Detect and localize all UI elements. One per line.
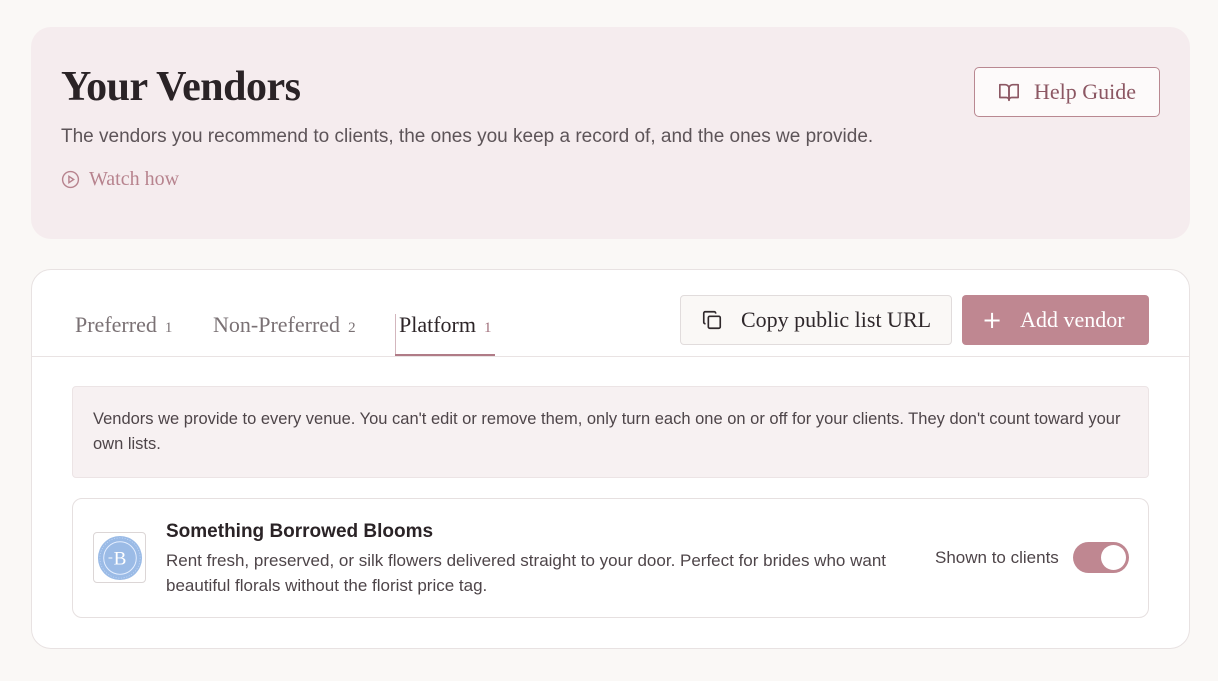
tab-label: Platform	[399, 312, 476, 337]
tab-label: Non-Preferred	[213, 312, 341, 337]
vendor-card: B Something Borrowed Blooms Rent fresh, …	[72, 498, 1149, 618]
tab-count: 1	[484, 320, 492, 336]
tab-focus-indicator	[395, 314, 396, 356]
tab-preferred[interactable]: Preferred 1	[75, 312, 172, 338]
vendors-panel: Preferred 1 Non-Preferred 2 Platform 1 C…	[31, 269, 1190, 649]
help-guide-label: Help Guide	[1033, 79, 1137, 104]
book-open-icon	[998, 83, 1019, 102]
copy-button-label: Copy public list URL	[741, 307, 932, 332]
vendor-logo-badge: B	[97, 535, 142, 580]
platform-notice: Vendors we provide to every venue. You c…	[72, 386, 1149, 478]
page-title: Your Vendors	[61, 64, 301, 110]
add-vendor-label: Add vendor	[1020, 307, 1125, 332]
vendor-description: Rent fresh, preserved, or silk flowers d…	[166, 551, 886, 595]
shown-to-clients-toggle[interactable]	[1073, 542, 1129, 573]
tab-count: 1	[164, 320, 173, 336]
tab-non-preferred[interactable]: Non-Preferred 2	[213, 312, 356, 338]
copy-public-list-url-button[interactable]: Copy public list URL	[680, 295, 952, 345]
page-header: Your Vendors The vendors you recommend t…	[31, 27, 1190, 239]
play-circle-icon	[61, 170, 80, 189]
tab-label: Preferred	[75, 312, 157, 337]
vendor-logo: B	[93, 532, 146, 583]
tab-platform[interactable]: Platform 1	[399, 312, 492, 338]
toggle-knob	[1101, 545, 1126, 570]
copy-icon	[702, 310, 722, 330]
page-subtitle: The vendors you recommend to clients, th…	[61, 126, 874, 147]
logo-letter: B	[113, 548, 126, 569]
add-vendor-button[interactable]: + Add vendor	[962, 295, 1149, 345]
tab-count: 2	[348, 320, 356, 336]
watch-how-label: Watch how	[89, 168, 180, 190]
help-guide-button[interactable]: Help Guide	[974, 67, 1160, 117]
watch-how-link[interactable]: Watch how	[61, 168, 179, 191]
vendor-name: Something Borrowed Blooms	[166, 521, 434, 542]
visibility-label: Shown to clients	[935, 548, 1059, 567]
plus-icon: +	[982, 306, 1003, 334]
tabs-divider	[32, 356, 1189, 357]
